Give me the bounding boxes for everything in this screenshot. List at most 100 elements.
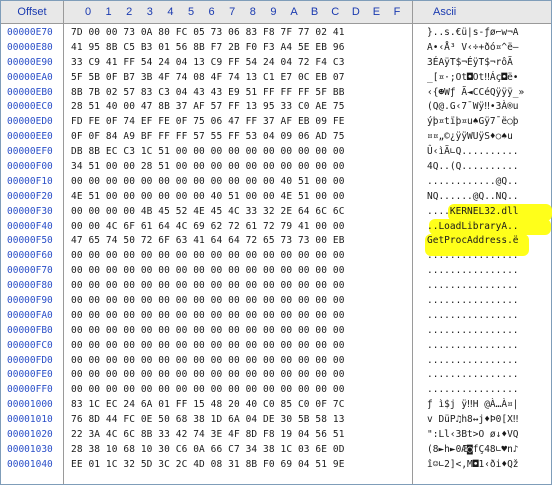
hex-row[interactable]: 00000F10 00 00 00 00 00 00 00 00 00 00 00… xyxy=(1,175,551,190)
row-ascii[interactable]: ................ xyxy=(427,368,519,383)
row-hex-bytes[interactable]: 00 00 00 00 00 00 00 00 00 00 00 00 00 0… xyxy=(71,249,345,264)
row-hex-bytes[interactable]: 7D 00 00 73 0A 80 FC 05 73 06 83 F8 7F 7… xyxy=(71,26,345,41)
hex-row[interactable]: 00000F00 34 51 00 00 28 51 00 00 00 00 00… xyxy=(1,160,551,175)
row-ascii[interactable]: ƒ ì$j ÿ‼H @À…À¤| xyxy=(427,398,519,413)
row-hex-bytes[interactable]: 00 00 00 00 00 00 00 00 00 00 00 00 00 0… xyxy=(71,339,345,354)
row-hex-bytes[interactable]: 22 3A 4C 6C 8B 33 42 74 3E 4F 8D F8 19 0… xyxy=(71,428,345,443)
hex-row[interactable]: 00000E80 41 95 8B C5 B3 01 56 8B F7 2B F0… xyxy=(1,41,551,56)
row-offset: 00000ED0 xyxy=(7,116,53,128)
row-ascii[interactable]: ¤¤„©¿ÿÿWUÿS♦○♠­u xyxy=(427,130,513,145)
hex-row[interactable]: 00000EB0 8B 7B 02 57 83 C3 04 43 43 E9 51… xyxy=(1,86,551,101)
row-hex-bytes[interactable]: 00 00 00 00 00 00 00 00 00 00 00 00 00 0… xyxy=(71,294,345,309)
row-hex-bytes[interactable]: EE 01 1C 32 5D 3C 2C 4D 08 31 8B F0 69 0… xyxy=(71,458,345,473)
hex-column-label: D xyxy=(351,6,360,18)
row-ascii[interactable]: NQ......@Q..NQ.. xyxy=(427,190,519,205)
row-hex-bytes[interactable]: 4E 51 00 00 00 00 00 00 40 51 00 00 4E 5… xyxy=(71,190,345,205)
row-ascii[interactable]: ":Ll‹3Bt>O ø↓♦VQ xyxy=(427,428,519,443)
row-hex-bytes[interactable]: 00 00 00 00 00 00 00 00 00 00 00 00 00 0… xyxy=(71,264,345,279)
hex-row[interactable]: 00000F20 4E 51 00 00 00 00 00 00 40 51 00… xyxy=(1,190,551,205)
row-hex-bytes[interactable]: 00 00 00 00 00 00 00 00 00 00 00 00 00 0… xyxy=(71,354,345,369)
row-ascii[interactable]: ................ xyxy=(427,354,519,369)
hex-row[interactable]: 00000F40 00 00 4C 6F 61 64 4C 69 62 72 61… xyxy=(1,220,551,235)
row-ascii[interactable]: 4Q..(Q.......... xyxy=(427,160,519,175)
row-ascii[interactable]: î☺∟2]<,M◘1‹ði♦Qž xyxy=(427,458,519,473)
hex-row[interactable]: 00000F70 00 00 00 00 00 00 00 00 00 00 00… xyxy=(1,264,551,279)
hex-row[interactable]: 00000FA0 00 00 00 00 00 00 00 00 00 00 00… xyxy=(1,309,551,324)
row-ascii[interactable]: ‹{☻Wƒ Ã◄CCéQÿÿÿ_» xyxy=(427,86,524,101)
row-ascii[interactable]: A•‹Å³ V‹÷+ðó¤^ë– xyxy=(427,41,519,56)
row-ascii[interactable]: _[¤·;Ot◘Ot‼Áç◘ë• xyxy=(427,71,519,86)
hex-row[interactable]: 00000ED0 FD FE 0F 74 EF FE 0F 75 06 47 FF… xyxy=(1,115,551,130)
hex-row[interactable]: 00000E90 33 C9 41 FF 54 24 04 13 C9 FF 54… xyxy=(1,56,551,71)
hex-row[interactable]: 00000EF0 DB 8B EC C3 1C 51 00 00 00 00 00… xyxy=(1,145,551,160)
hex-rows: 00000E70 7D 00 00 73 0A 80 FC 05 73 06 83… xyxy=(1,26,551,473)
hex-row[interactable]: 00000F50 47 65 74 50 72 6F 63 41 64 64 72… xyxy=(1,234,551,249)
hex-row[interactable]: 00000F90 00 00 00 00 00 00 00 00 00 00 00… xyxy=(1,294,551,309)
hex-row[interactable]: 00001040 EE 01 1C 32 5D 3C 2C 4D 08 31 8B… xyxy=(1,458,551,473)
row-hex-bytes[interactable]: 0F 0F 84 A9 BF FF FF 57 55 FF 53 04 09 0… xyxy=(71,130,345,145)
row-hex-bytes[interactable]: 83 1C EC 24 6A 01 FF 15 48 20 40 C0 85 C… xyxy=(71,398,345,413)
hex-row[interactable]: 00000E70 7D 00 00 73 0A 80 FC 05 73 06 83… xyxy=(1,26,551,41)
row-ascii[interactable]: ................ xyxy=(427,383,519,398)
row-hex-bytes[interactable]: FD FE 0F 74 EF FE 0F 75 06 47 FF 37 AF E… xyxy=(71,115,345,130)
row-hex-bytes[interactable]: 33 C9 41 FF 54 24 04 13 C9 FF 54 24 04 7… xyxy=(71,56,345,71)
row-ascii[interactable]: ................ xyxy=(427,324,519,339)
row-hex-bytes[interactable]: 28 38 10 68 10 30 C6 0A 66 C7 34 38 1C 0… xyxy=(71,443,345,458)
row-hex-bytes[interactable]: 28 51 40 00 47 8B 37 AF 57 FF 13 95 33 C… xyxy=(71,100,345,115)
hex-row[interactable]: 00000EA0 5F 5B 0F B7 3B 4F 74 08 4F 74 13… xyxy=(1,71,551,86)
row-ascii[interactable]: 3ÉAÿT$¬ÉÿT$¬rôÃ xyxy=(427,56,513,71)
hex-column-label: 7 xyxy=(229,6,236,18)
hex-row[interactable]: 00000F60 00 00 00 00 00 00 00 00 00 00 00… xyxy=(1,249,551,264)
row-ascii[interactable]: ................ xyxy=(427,309,519,324)
row-ascii[interactable]: ................ xyxy=(427,264,519,279)
row-hex-bytes[interactable]: 47 65 74 50 72 6F 63 41 64 64 72 65 73 7… xyxy=(71,234,345,249)
row-ascii[interactable]: ................ xyxy=(427,339,519,354)
row-ascii[interactable]: }..s.€ü|s-ƒø⌐w¬A xyxy=(427,26,519,41)
row-hex-bytes[interactable]: 00 00 00 00 00 00 00 00 00 00 00 00 00 0… xyxy=(71,368,345,383)
hex-row[interactable]: 00000F80 00 00 00 00 00 00 00 00 00 00 00… xyxy=(1,279,551,294)
hex-row[interactable]: 00000EC0 28 51 40 00 47 8B 37 AF 57 FF 13… xyxy=(1,100,551,115)
row-ascii[interactable]: ..LoadLibraryA.. xyxy=(427,220,519,235)
hex-row[interactable]: 00000FE0 00 00 00 00 00 00 00 00 00 00 00… xyxy=(1,368,551,383)
row-hex-bytes[interactable]: 00 00 00 00 4B 45 52 4E 45 4C 33 32 2E 6… xyxy=(71,205,345,220)
row-offset: 00000F90 xyxy=(7,295,53,307)
row-ascii[interactable]: GetProcAddress.ë xyxy=(427,234,519,249)
row-ascii[interactable]: ............@Q.. xyxy=(427,175,519,190)
row-offset: 00001040 xyxy=(7,458,53,470)
hex-row[interactable]: 00001010 76 8D 44 FC 0E 50 68 38 1D 6A 04… xyxy=(1,413,551,428)
row-ascii[interactable]: ....KERNEL32.dll xyxy=(427,205,519,220)
hex-row[interactable]: 00001030 28 38 10 68 10 30 C6 0A 66 C7 34… xyxy=(1,443,551,458)
row-ascii[interactable]: ................ xyxy=(427,294,519,309)
hex-row[interactable]: 00001000 83 1C EC 24 6A 01 FF 15 48 20 40… xyxy=(1,398,551,413)
hex-column-label: A xyxy=(290,6,298,18)
row-ascii[interactable]: Û‹ìÃ∟Q.......... xyxy=(427,145,519,160)
row-hex-bytes[interactable]: 00 00 00 00 00 00 00 00 00 00 00 00 00 0… xyxy=(71,383,345,398)
hex-row[interactable]: 00000FC0 00 00 00 00 00 00 00 00 00 00 00… xyxy=(1,339,551,354)
row-ascii[interactable]: ýþ¤tïþ¤u♠Gÿ7¯ë○þ xyxy=(427,115,519,130)
row-ascii[interactable]: (8►h►0Æ◙fÇ48∟♥n♪ xyxy=(427,443,519,458)
hex-row[interactable]: 00001020 22 3A 4C 6C 8B 33 42 74 3E 4F 8D… xyxy=(1,428,551,443)
row-ascii[interactable]: v DüP♫h8↔j♦Þ0[X‼ xyxy=(427,413,519,428)
row-hex-bytes[interactable]: 00 00 00 00 00 00 00 00 00 00 00 00 40 5… xyxy=(71,175,345,190)
hex-viewer: Offset 0 1 2 3 4 5 6 7 8 9 ABCDEF Ascii 00000E70 7D… xyxy=(0,0,552,485)
row-hex-bytes[interactable]: 8B 7B 02 57 83 C3 04 43 43 E9 51 FF FF F… xyxy=(71,86,345,101)
hex-row[interactable]: 00000FB0 00 00 00 00 00 00 00 00 00 00 00… xyxy=(1,324,551,339)
row-hex-bytes[interactable]: 34 51 00 00 28 51 00 00 00 00 00 00 00 0… xyxy=(71,160,345,175)
row-ascii[interactable]: ................ xyxy=(427,279,519,294)
hex-row[interactable]: 00000F30 00 00 00 00 4B 45 52 4E 45 4C 33… xyxy=(1,205,551,220)
row-offset: 00000FC0 xyxy=(7,339,53,351)
row-hex-bytes[interactable]: 00 00 4C 6F 61 64 4C 69 62 72 61 72 79 4… xyxy=(71,220,345,235)
hex-column-label: C xyxy=(331,6,340,18)
row-ascii[interactable]: (Q@.G‹7¯Wÿ‼•3À®u xyxy=(427,100,519,115)
row-hex-bytes[interactable]: DB 8B EC C3 1C 51 00 00 00 00 00 00 00 0… xyxy=(71,145,345,160)
hex-row[interactable]: 00000EE0 0F 0F 84 A9 BF FF FF 57 55 FF 53… xyxy=(1,130,551,145)
hex-row[interactable]: 00000FD0 00 00 00 00 00 00 00 00 00 00 00… xyxy=(1,354,551,369)
row-hex-bytes[interactable]: 00 00 00 00 00 00 00 00 00 00 00 00 00 0… xyxy=(71,309,345,324)
row-hex-bytes[interactable]: 41 95 8B C5 B3 01 56 8B F7 2B F0 F3 A4 5… xyxy=(71,41,345,56)
row-hex-bytes[interactable]: 5F 5B 0F B7 3B 4F 74 08 4F 74 13 C1 E7 0… xyxy=(71,71,345,86)
row-hex-bytes[interactable]: 00 00 00 00 00 00 00 00 00 00 00 00 00 0… xyxy=(71,324,345,339)
row-ascii[interactable]: ................ xyxy=(427,249,519,264)
row-hex-bytes[interactable]: 76 8D 44 FC 0E 50 68 38 1D 6A 04 DE 30 5… xyxy=(71,413,345,428)
hex-row[interactable]: 00000FF0 00 00 00 00 00 00 00 00 00 00 00… xyxy=(1,383,551,398)
row-hex-bytes[interactable]: 00 00 00 00 00 00 00 00 00 00 00 00 00 0… xyxy=(71,279,345,294)
